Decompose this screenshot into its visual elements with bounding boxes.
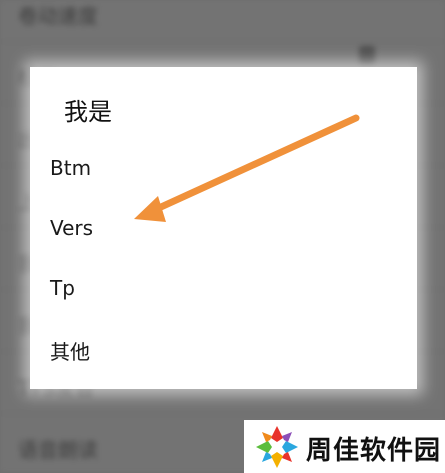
option-vers[interactable]: Vers — [50, 216, 93, 240]
watermark-text: 周佳软件园 — [306, 436, 442, 466]
option-other[interactable]: 其他 — [50, 336, 90, 365]
background-row: 卷动速度 — [0, 0, 445, 42]
watermark-logo: 周佳软件园 — [244, 420, 445, 473]
dialog-title: 我是 — [64, 98, 112, 126]
pinwheel-logo-icon — [256, 426, 298, 468]
copy-icon — [359, 46, 375, 64]
selection-dialog: 我是 Btm Vers Tp 其他 — [30, 67, 417, 389]
option-btm[interactable]: Btm — [50, 156, 91, 180]
option-tp[interactable]: Tp — [50, 276, 75, 300]
